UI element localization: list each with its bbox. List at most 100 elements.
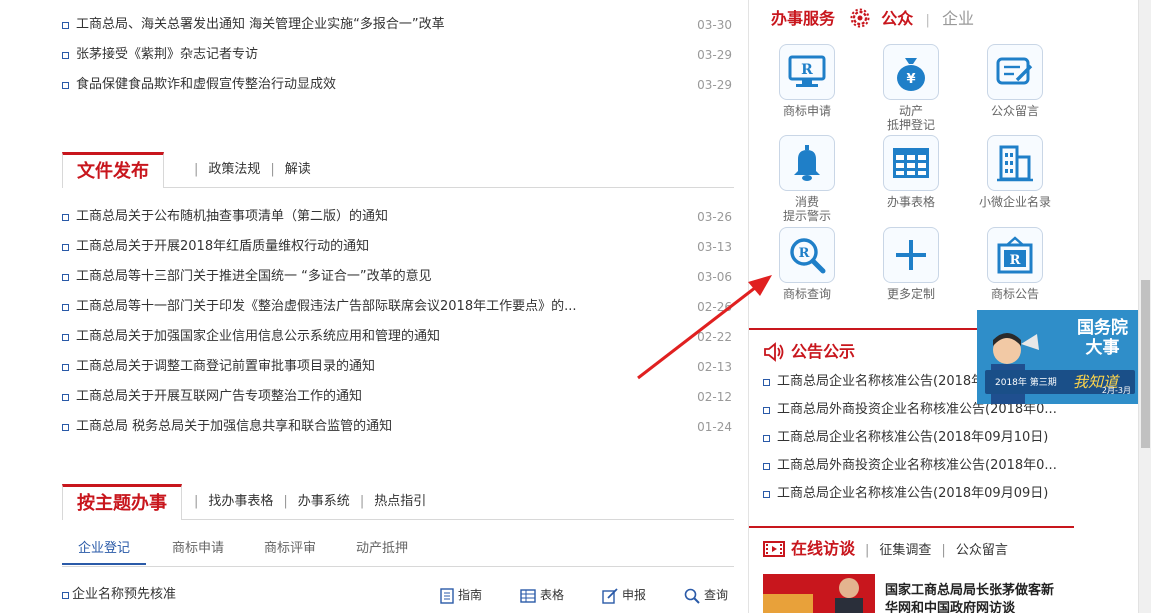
subtab-enterprise-registration[interactable]: 企业登记 <box>62 533 147 565</box>
table-grid-icon <box>893 148 929 178</box>
services-title: 办事服务 <box>771 9 836 28</box>
subtab-chattel-mortgage[interactable]: 动产抵押 <box>356 533 408 565</box>
search-icon <box>684 588 700 604</box>
tab-separator: | <box>194 162 199 177</box>
tab-separator: | <box>941 543 946 558</box>
service-icon-box <box>987 135 1043 191</box>
tab-interpretation[interactable]: 解读 <box>285 162 311 177</box>
svg-text:¥: ¥ <box>906 72 915 87</box>
topics-tabbar: 按主题办事 | 找办事表格 | 办事系统 | 热点指引 <box>62 484 734 520</box>
service-consumer-alert[interactable]: 消费 提示警示 <box>761 135 853 223</box>
doc-item[interactable]: 工商总局关于开展互联网广告专项整治工作的通知 02-12 <box>62 382 734 412</box>
service-icon-box: ¥ <box>883 44 939 100</box>
service-trademark-search[interactable]: R 商标查询 <box>761 227 853 301</box>
tab-find-forms[interactable]: 找办事表格 <box>208 494 273 509</box>
topic-sub-tabs: 企业登记 商标申请 商标评审 动产抵押 <box>62 533 734 567</box>
news-item[interactable]: 食品保健食品欺诈和虚假宣传整治行动显成效 03-29 <box>62 70 734 100</box>
service-more-custom[interactable]: 更多定制 <box>865 227 957 301</box>
docs-list: 工商总局关于公布随机抽查事项清单（第二版）的通知 03-26 工商总局关于开展20… <box>62 202 734 442</box>
banner-strip: 2018年 第三期 我知道 2月-3月 <box>985 370 1135 395</box>
tab-enterprise[interactable]: 企业 <box>942 9 974 28</box>
guide-button[interactable]: 指南 <box>440 580 482 610</box>
tab-online-interviews[interactable]: 在线访谈 <box>791 539 855 558</box>
tab-hot-guides[interactable]: 热点指引 <box>374 494 426 509</box>
doc-item[interactable]: 工商总局关于加强国家企业信用信息公示系统应用和管理的通知 02-22 <box>62 322 734 352</box>
tab-separator: | <box>865 543 870 558</box>
topic-row-label[interactable]: 企业名称预先核准 <box>62 580 176 610</box>
service-public-message[interactable]: 公众留言 <box>969 44 1061 118</box>
service-icon-box <box>779 135 835 191</box>
service-trademark-application[interactable]: R 商标申请 <box>761 44 853 118</box>
tab-separator: | <box>270 162 275 177</box>
tab-separator: | <box>194 494 199 509</box>
doc-item[interactable]: 工商总局等十一部门关于印发《整治虚假违法广告部际联席会议2018年工作要点》的.… <box>62 292 734 322</box>
divider <box>62 566 734 567</box>
tab-by-topic[interactable]: 按主题办事 <box>62 484 182 520</box>
bell-icon <box>794 145 820 181</box>
right-column: 办事服务 公众 | 企业 R 商标申请 ¥ 动产 抵押登记 公众留言 消费 提示… <box>748 0 1074 613</box>
svg-text:R: R <box>1010 253 1021 268</box>
building-icon <box>997 145 1033 182</box>
tab-public-messages[interactable]: 公众留言 <box>956 543 1008 558</box>
gear-icon <box>850 8 870 28</box>
notices-header: 公告公示 <box>763 340 855 364</box>
docs-sub-tabs: | 政策法规 | 解读 <box>184 152 311 188</box>
banner-title: 国务院 大事 <box>1077 318 1128 358</box>
tab-policy-regulations[interactable]: 政策法规 <box>208 162 260 177</box>
tab-separator: | <box>925 13 930 28</box>
query-button[interactable]: 查询 <box>684 580 728 610</box>
interviews-header: 在线访谈 | 征集调查 | 公众留言 <box>763 536 1008 562</box>
doc-item[interactable]: 工商总局 税务总局关于加强信息共享和联合监管的通知 01-24 <box>62 412 734 442</box>
message-edit-icon <box>996 57 1033 85</box>
doc-item[interactable]: 工商总局等十三部门关于推进全国统一 “多证合一”改革的意见 03-06 <box>62 262 734 292</box>
topic-row: 企业名称预先核准 指南 表格 申报 查询 <box>62 580 734 610</box>
svg-text:R: R <box>799 246 810 261</box>
trademark-search-icon: R <box>790 238 826 274</box>
docs-tabbar: 文件发布 | 政策法规 | 解读 <box>62 152 734 188</box>
left-column: 工商总局、海关总署发出通知 海关管理企业实施“多报合一”改革 03-30 张茅接受… <box>62 0 734 613</box>
film-icon <box>763 541 785 557</box>
document-icon <box>440 587 454 604</box>
form-button[interactable]: 表格 <box>520 580 564 610</box>
service-forms[interactable]: 办事表格 <box>865 135 957 209</box>
divider <box>749 526 1074 528</box>
notice-item[interactable]: 工商总局企业名称核准公告(2018年09月09日) <box>763 480 1073 508</box>
subtab-trademark-review[interactable]: 商标评审 <box>264 533 316 565</box>
service-trademark-notice[interactable]: R 商标公告 <box>969 227 1061 301</box>
plus-icon <box>896 240 926 270</box>
service-icon-box <box>883 135 939 191</box>
service-small-business-directory[interactable]: 小微企业名录 <box>969 135 1061 209</box>
service-icon-box <box>883 227 939 283</box>
service-chattel-mortgage[interactable]: ¥ 动产 抵押登记 <box>865 44 957 132</box>
doc-item[interactable]: 工商总局关于开展2018年红盾质量维权行动的通知 03-13 <box>62 232 734 262</box>
tab-surveys[interactable]: 征集调查 <box>879 543 931 558</box>
tab-docs-release[interactable]: 文件发布 <box>62 152 164 188</box>
table-icon <box>520 588 536 603</box>
interview-thumbnail[interactable] <box>763 574 875 613</box>
money-bag-icon: ¥ <box>897 58 925 91</box>
tab-service-systems[interactable]: 办事系统 <box>298 494 350 509</box>
news-item[interactable]: 工商总局、海关总署发出通知 海关管理企业实施“多报合一”改革 03-30 <box>62 10 734 40</box>
notice-item[interactable]: 工商总局企业名称核准公告(2018年09月10日) <box>763 424 1073 452</box>
top-news-list: 工商总局、海关总署发出通知 海关管理企业实施“多报合一”改革 03-30 张茅接受… <box>62 10 734 100</box>
state-council-banner[interactable]: 国务院 大事 2018年 第三期 我知道 2月-3月 <box>977 310 1138 404</box>
doc-item[interactable]: 工商总局关于公布随机抽查事项清单（第二版）的通知 03-26 <box>62 202 734 232</box>
page-scrollbar[interactable] <box>1138 0 1151 613</box>
topics-sub-tabs: | 找办事表格 | 办事系统 | 热点指引 <box>184 484 426 520</box>
trademark-board-icon: R <box>997 236 1033 274</box>
scrollbar-thumb[interactable] <box>1141 280 1150 448</box>
tab-public[interactable]: 公众 <box>881 9 913 28</box>
interview-headline[interactable]: 国家工商总局局长张茅做客新华网和中国政府网访谈 <box>885 582 1065 613</box>
doc-item[interactable]: 工商总局关于调整工商登记前置审批事项目录的通知 02-13 <box>62 352 734 382</box>
services-header: 办事服务 公众 | 企业 <box>771 6 974 32</box>
service-icon-box <box>987 44 1043 100</box>
speaker-icon <box>764 342 784 362</box>
notice-item[interactable]: 工商总局外商投资企业名称核准公告(2018年0... <box>763 452 1073 480</box>
tab-separator: | <box>283 494 288 509</box>
subtab-trademark-application[interactable]: 商标申请 <box>172 533 224 565</box>
svg-text:R: R <box>801 62 813 78</box>
service-icon-box: R <box>779 227 835 283</box>
news-item[interactable]: 张茅接受《紫荆》杂志记者专访 03-29 <box>62 40 734 70</box>
submit-button[interactable]: 申报 <box>602 580 646 610</box>
service-icon-box: R <box>779 44 835 100</box>
